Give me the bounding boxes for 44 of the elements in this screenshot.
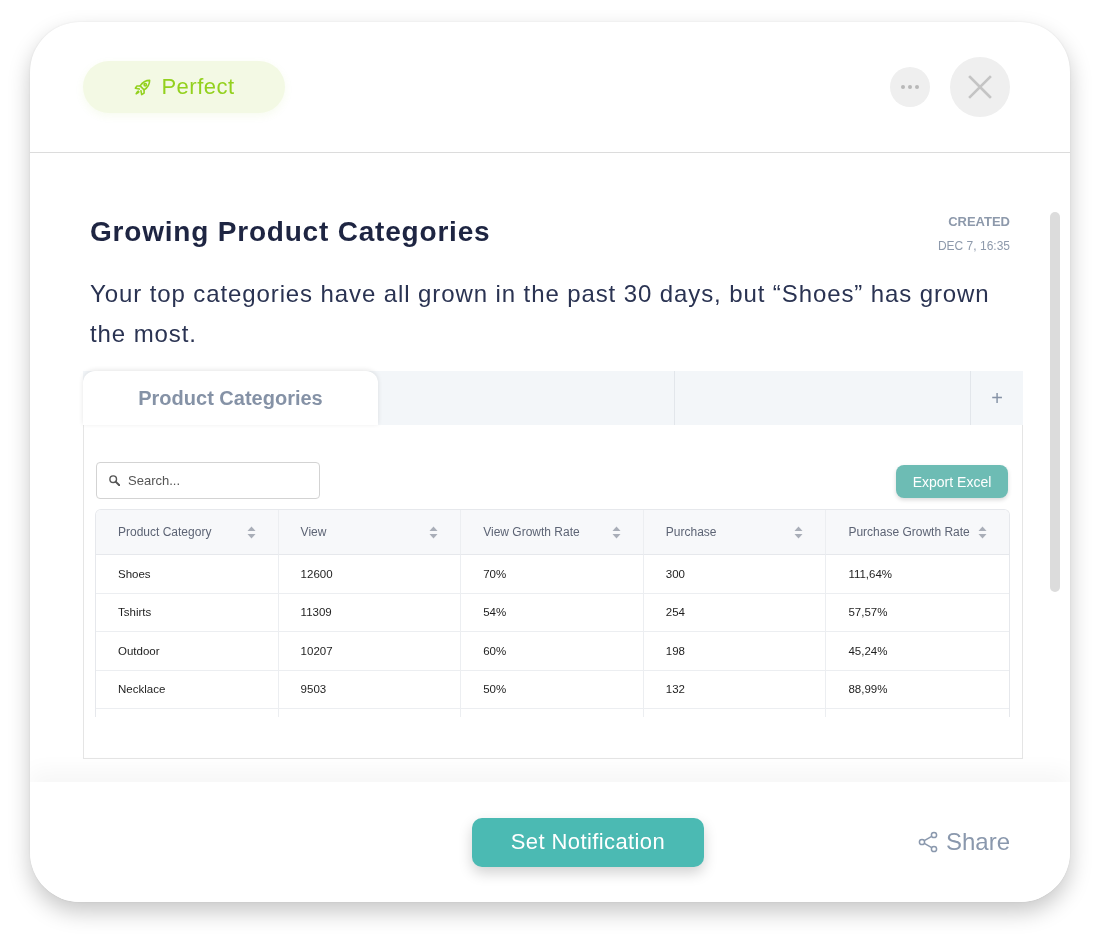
column-header[interactable]: View Growth Rate — [461, 510, 644, 555]
table-cell: Tshirts — [96, 593, 279, 632]
column-header[interactable]: Product Category — [96, 510, 279, 555]
sort-icon — [978, 525, 987, 539]
table-cell: 57,57% — [826, 593, 1009, 632]
table-cell: Outdoor — [96, 632, 279, 671]
created-date: DEC 7, 16:35 — [937, 238, 1010, 255]
sort-icon — [429, 525, 439, 539]
more-icon — [901, 85, 919, 89]
column-header[interactable]: View — [278, 510, 462, 555]
table-cell: 45,24% — [826, 632, 1009, 671]
created-label: CREATED — [948, 213, 1010, 231]
table-cell: 54% — [461, 593, 644, 632]
table-cell: 11309 — [278, 593, 462, 632]
table-cell: 198 — [643, 632, 827, 671]
badge-label: Perfect — [161, 74, 235, 100]
close-icon — [968, 75, 992, 99]
table-cell: Necklace — [96, 670, 279, 709]
share-icon — [917, 831, 938, 853]
scrollbar-thumb[interactable] — [1050, 212, 1060, 592]
table-cell: Shoes — [96, 555, 279, 594]
search-field[interactable]: Search... — [96, 462, 320, 499]
column-header[interactable]: Purchase Growth Rate — [826, 510, 1009, 555]
more-button[interactable] — [890, 67, 930, 107]
table-cell: 111,64% — [826, 555, 1009, 594]
table-cell: 132 — [643, 670, 827, 709]
insight-description: Your top categories have all grown in the past 30 days, but “Shoes” has grown the most. — [90, 279, 991, 349]
rocket-icon — [133, 77, 153, 97]
sort-icon — [794, 525, 804, 539]
column-header[interactable]: Purchase — [643, 510, 827, 555]
table-cell: 300 — [643, 555, 827, 594]
sort-icon — [611, 525, 621, 539]
tab[interactable]: Product Categories — [83, 371, 378, 425]
search-icon — [109, 475, 120, 486]
table-cell: 70% — [461, 555, 644, 594]
table-cell: 60% — [461, 632, 644, 671]
table-cell: 50% — [461, 670, 644, 709]
sort-icon — [246, 525, 256, 539]
table-cell: 12600 — [278, 555, 462, 594]
insight-title: Growing Product Categories — [90, 215, 491, 249]
table-cell: 9503 — [278, 670, 462, 709]
table-cell: 10207 — [278, 632, 462, 671]
table-cell: 88,99% — [826, 670, 1009, 709]
table-cell: 254 — [643, 593, 827, 632]
